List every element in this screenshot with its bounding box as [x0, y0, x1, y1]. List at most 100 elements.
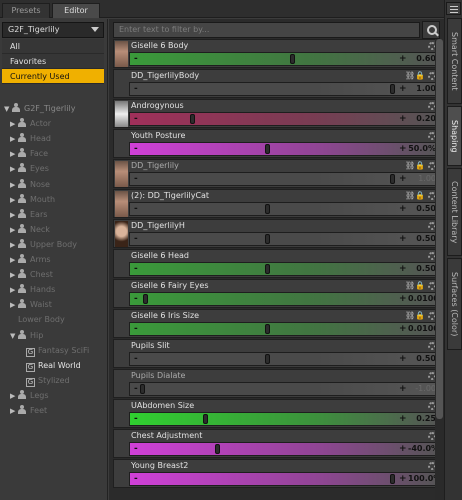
filter-all[interactable]: All	[2, 39, 104, 54]
scrollbar[interactable]	[435, 39, 444, 500]
chevron-right-icon[interactable]: ▶	[10, 298, 18, 312]
property-value[interactable]: -40.0%	[408, 443, 439, 455]
slider-knob[interactable]	[190, 114, 195, 124]
slider-knob[interactable]	[140, 384, 145, 394]
chevron-right-icon[interactable]: ▶	[10, 238, 18, 252]
property-slider[interactable]: - +1.00	[129, 172, 438, 186]
decrement-icon[interactable]: -	[134, 113, 138, 125]
slider-knob[interactable]	[265, 324, 270, 334]
increment-icon[interactable]: +	[399, 53, 407, 65]
tab-smart-content[interactable]: Smart Content	[447, 18, 462, 104]
slider-knob[interactable]	[215, 444, 220, 454]
link-icon[interactable]: ⛓	[405, 191, 415, 200]
tree-item[interactable]: ▼ G2F_Tigerlily	[4, 102, 75, 116]
increment-icon[interactable]: +	[399, 413, 407, 425]
property-slider[interactable]: - +0.0100	[129, 292, 439, 306]
property-slider[interactable]: - +0.20	[129, 112, 438, 126]
property-value[interactable]: 50.0%	[408, 143, 436, 155]
tree-item[interactable]: ▶ Ears	[10, 208, 47, 222]
slider-knob[interactable]	[202, 414, 208, 424]
chevron-right-icon[interactable]: ▶	[10, 283, 18, 297]
tree-item[interactable]: ▶ Legs	[10, 389, 48, 403]
increment-icon[interactable]: +	[399, 173, 407, 185]
decrement-icon[interactable]: -	[134, 293, 138, 305]
lock-icon[interactable]: 🔒	[415, 71, 425, 80]
property-value[interactable]: 0.25	[408, 413, 436, 425]
slider-knob[interactable]	[265, 234, 270, 244]
tab-shaping[interactable]: Shaping	[447, 106, 462, 166]
tree-item[interactable]: ▶ Face	[10, 147, 48, 161]
tree-item[interactable]: ▶ Upper Body	[10, 238, 77, 252]
chevron-right-icon[interactable]: ▶	[10, 147, 18, 161]
link-icon[interactable]: ⛓	[405, 311, 415, 320]
chevron-right-icon[interactable]: ▶	[10, 223, 18, 237]
tree-item[interactable]: ▶ Nose	[10, 178, 50, 192]
decrement-icon[interactable]: -	[134, 53, 138, 65]
property-value[interactable]: 0.50	[408, 263, 436, 275]
increment-icon[interactable]: +	[399, 113, 407, 125]
chevron-right-icon[interactable]: ▶	[10, 193, 18, 207]
property-value[interactable]: 0.50	[408, 203, 436, 215]
slider-knob[interactable]	[265, 144, 270, 154]
property-value[interactable]: 1.00	[408, 173, 436, 185]
search-icon[interactable]	[422, 21, 440, 39]
slider-knob[interactable]	[265, 204, 270, 214]
tree-item[interactable]: ▶ Mouth	[10, 193, 55, 207]
chevron-right-icon[interactable]: ▶	[10, 208, 18, 222]
slider-knob[interactable]	[390, 474, 395, 484]
slider-knob[interactable]	[265, 354, 270, 364]
property-value[interactable]: 0.50	[408, 353, 436, 365]
tree-item[interactable]: Lower Body	[10, 313, 65, 327]
property-slider[interactable]: - +0.25	[129, 412, 438, 426]
increment-icon[interactable]: +	[399, 203, 407, 215]
increment-icon[interactable]: +	[399, 293, 407, 305]
slider-knob[interactable]	[390, 84, 395, 94]
decrement-icon[interactable]: -	[134, 173, 138, 185]
decrement-icon[interactable]: -	[134, 443, 138, 455]
slider-knob[interactable]	[290, 54, 295, 64]
property-slider[interactable]: - +100.0%	[129, 472, 441, 486]
tree-item[interactable]: ▶ Neck	[10, 223, 50, 237]
tree-item[interactable]: ▶ Head	[10, 132, 51, 146]
tree-item[interactable]: ▶ Actor	[10, 117, 51, 131]
decrement-icon[interactable]: -	[134, 233, 138, 245]
filter-currently-used[interactable]: Currently Used	[2, 69, 104, 84]
tree-item[interactable]: ▶ Feet	[10, 404, 47, 418]
tab-surfaces[interactable]: Surfaces (Color)	[447, 258, 462, 350]
tab-editor[interactable]: Editor	[52, 3, 100, 18]
search-input[interactable]: Enter text to filter by...	[113, 22, 420, 38]
tree-item[interactable]: ▶ Chest	[10, 268, 53, 282]
chevron-right-icon[interactable]: ▶	[10, 389, 18, 403]
link-icon[interactable]: ⛓	[405, 281, 415, 290]
increment-icon[interactable]: +	[399, 143, 407, 155]
property-value[interactable]: 100.0%	[408, 473, 441, 485]
property-slider[interactable]: - +0.50	[129, 352, 438, 366]
increment-icon[interactable]: +	[399, 383, 407, 395]
link-icon[interactable]: ⛓	[405, 161, 415, 170]
lock-icon[interactable]: 🔒	[415, 281, 425, 290]
slider-knob[interactable]	[265, 264, 270, 274]
decrement-icon[interactable]: -	[134, 143, 138, 155]
link-icon[interactable]: ⛓	[405, 71, 415, 80]
chevron-right-icon[interactable]: ▶	[10, 268, 18, 282]
property-slider[interactable]: - +0.50	[129, 262, 438, 276]
tab-content-library[interactable]: Content Library	[447, 168, 462, 256]
property-slider[interactable]: - +0.50	[129, 232, 438, 246]
property-slider[interactable]: - +0.0100	[129, 322, 439, 336]
decrement-icon[interactable]: -	[134, 383, 138, 395]
decrement-icon[interactable]: -	[134, 203, 138, 215]
property-value[interactable]: 0.60	[408, 53, 436, 65]
property-slider[interactable]: - +50.0%	[129, 142, 438, 156]
decrement-icon[interactable]: -	[134, 323, 138, 335]
decrement-icon[interactable]: -	[134, 353, 138, 365]
property-value[interactable]: -1.00	[408, 383, 436, 395]
tab-presets[interactable]: Presets	[2, 3, 50, 18]
scrollbar-thumb[interactable]	[436, 39, 443, 419]
property-slider[interactable]: - +1.00	[129, 82, 438, 96]
menu-icon[interactable]	[446, 2, 461, 15]
increment-icon[interactable]: +	[399, 83, 407, 95]
property-slider[interactable]: - + -1.00	[129, 382, 438, 396]
tree-item[interactable]: ▶ Eyes	[10, 162, 49, 176]
decrement-icon[interactable]: -	[134, 263, 138, 275]
decrement-icon[interactable]: -	[134, 83, 138, 95]
